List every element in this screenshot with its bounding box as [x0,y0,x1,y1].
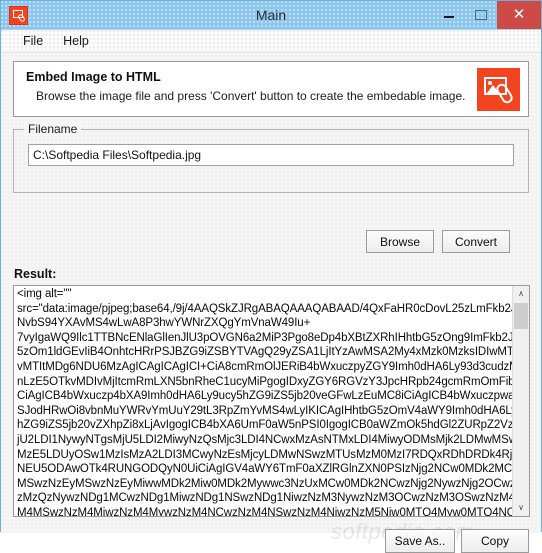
filename-legend: Filename [24,122,82,136]
maximize-icon [475,10,487,20]
result-textarea[interactable] [14,286,514,516]
convert-button[interactable]: Convert [442,230,510,253]
maximize-button[interactable] [465,1,497,29]
filename-input[interactable] [28,144,514,166]
menu-item-file[interactable]: File [13,32,53,50]
result-scrollbar[interactable]: ∧ ∨ [512,286,529,516]
scrollbar-thumb[interactable] [514,303,528,329]
image-attachment-icon [477,68,520,111]
browse-button[interactable]: Browse [366,230,434,253]
result-label: Result: [14,267,57,281]
filename-group: Filename [13,122,529,193]
menu-item-help[interactable]: Help [53,32,99,50]
picture-sun-icon [488,81,492,85]
close-button[interactable]: ✕ [497,1,541,29]
minimize-button[interactable] [433,1,465,29]
client-area: Embed Image to HTML Browse the image fil… [1,53,541,553]
title-bar: Main ✕ [1,1,541,30]
application-window: Main ✕ File Help Embed Image to HTML Bro… [0,0,542,553]
menu-bar: File Help [1,30,541,53]
minimize-icon [444,16,454,18]
scroll-down-icon[interactable]: ∨ [513,500,529,516]
banner-title: Embed Image to HTML [26,70,161,84]
save-as-button[interactable]: Save As.. [385,529,455,553]
banner-subtitle: Browse the image file and press 'Convert… [36,89,466,103]
result-panel: ∧ ∨ [13,285,530,517]
copy-button[interactable]: Copy [461,529,529,553]
scroll-up-icon[interactable]: ∧ [513,286,529,302]
banner-panel: Embed Image to HTML Browse the image fil… [13,61,529,117]
paperclip-icon [494,81,515,106]
close-icon: ✕ [512,6,526,23]
